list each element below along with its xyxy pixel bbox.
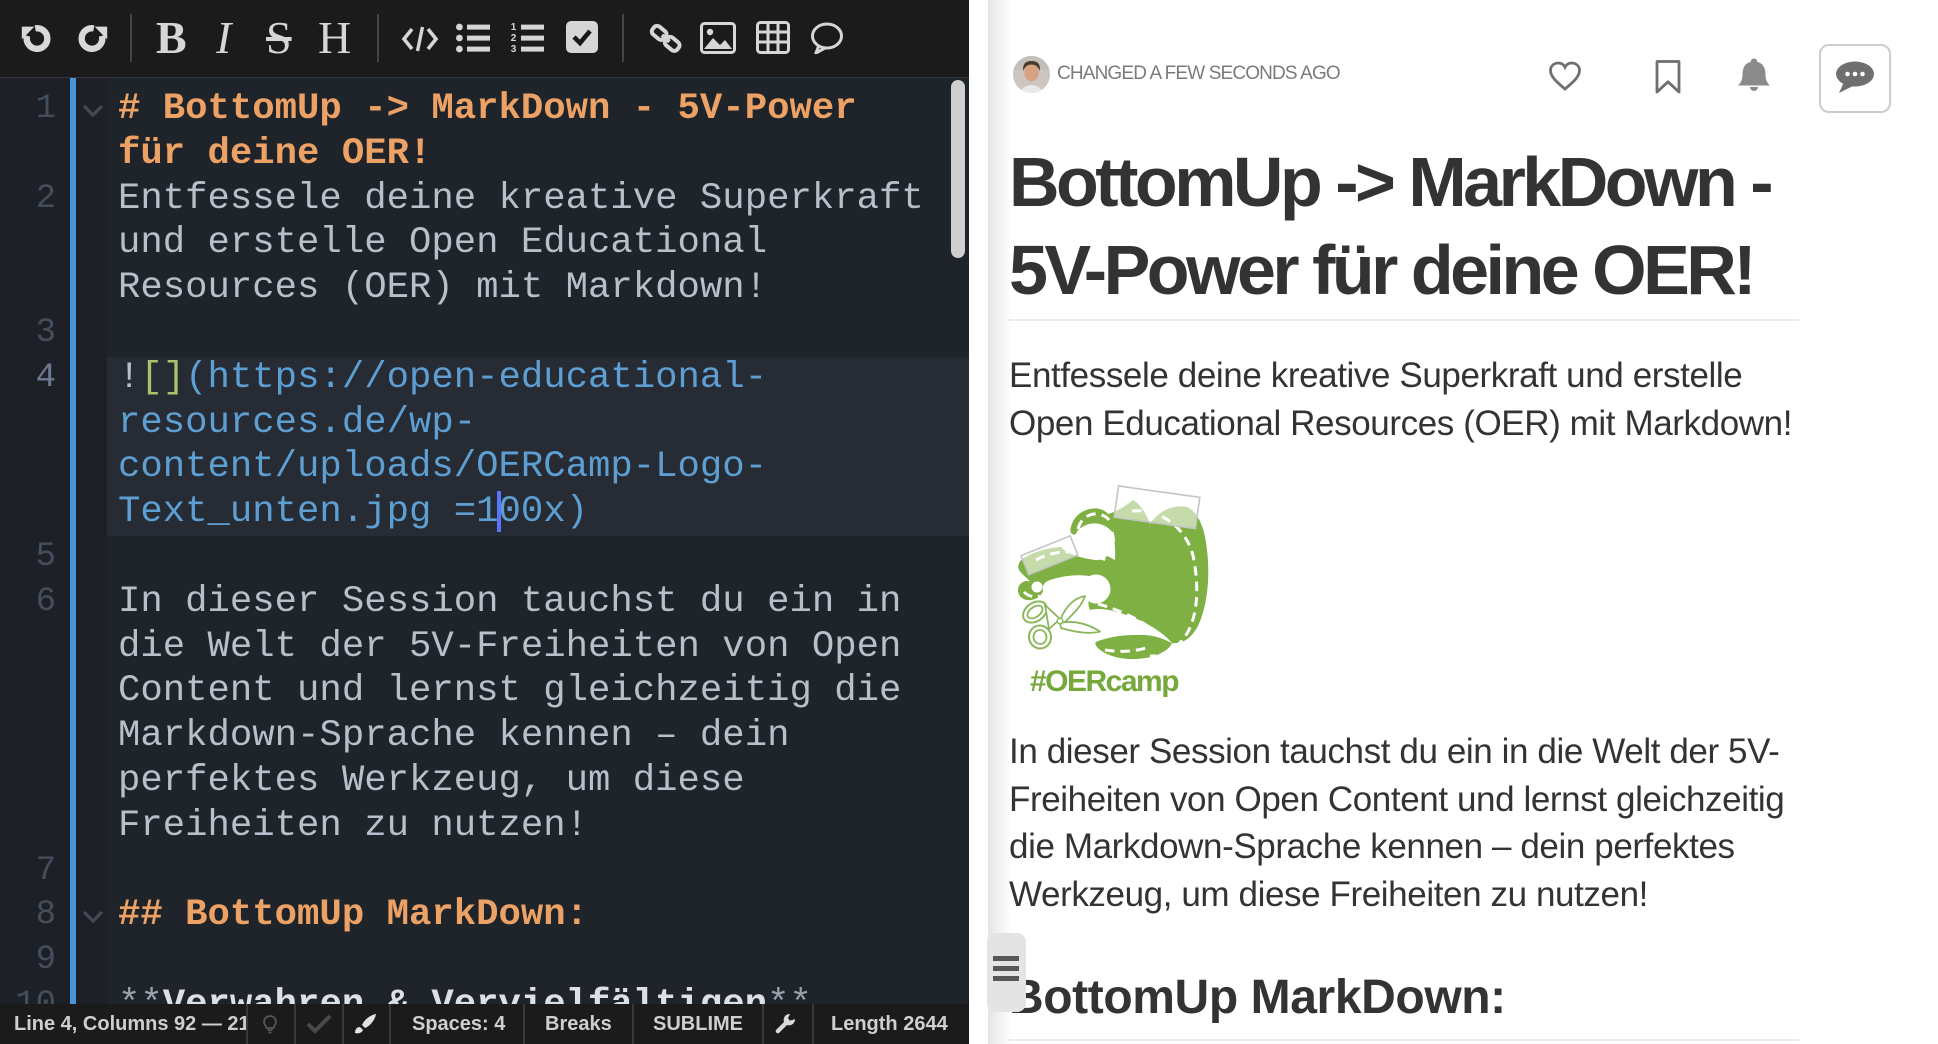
svg-text:3: 3 xyxy=(511,44,517,54)
svg-text:1: 1 xyxy=(511,22,517,33)
svg-text:2: 2 xyxy=(511,33,517,44)
svg-text:#OERcamp: #OERcamp xyxy=(1030,665,1179,698)
